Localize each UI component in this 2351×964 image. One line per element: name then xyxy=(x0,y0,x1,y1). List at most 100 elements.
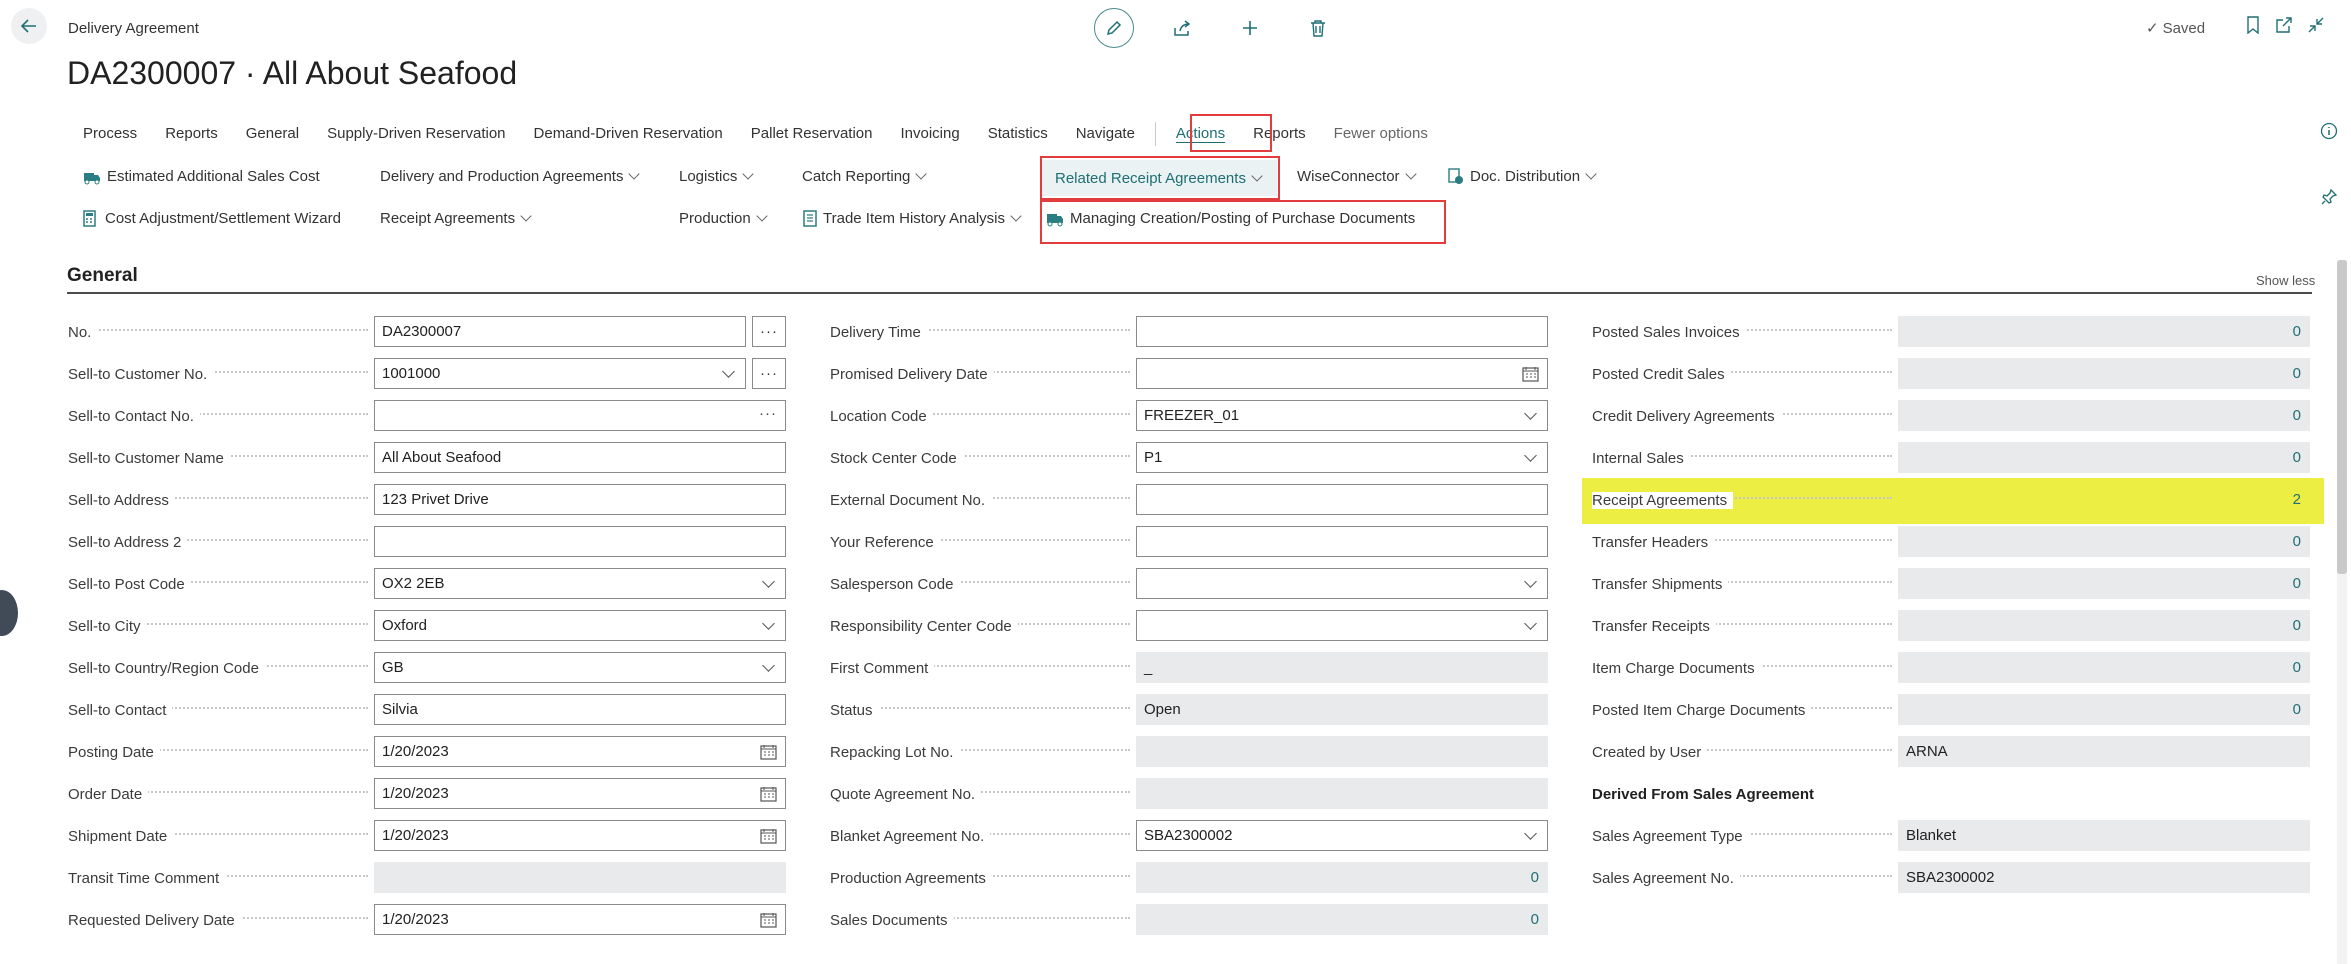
chevron-down-icon[interactable] xyxy=(762,659,775,672)
tab-statistics[interactable]: Statistics xyxy=(974,122,1062,146)
field-input-no[interactable]: DA2300007 xyxy=(374,316,746,347)
action-logistics[interactable]: Logistics xyxy=(679,168,755,185)
back-button[interactable] xyxy=(11,8,47,44)
field-label-text: External Document No. xyxy=(830,491,992,509)
ellipsis-icon[interactable]: ··· xyxy=(759,405,777,422)
field-input-order-date[interactable]: 1/20/2023 xyxy=(374,778,786,809)
field-input-responsibility-center-code[interactable] xyxy=(1136,610,1548,641)
field-input-sell-to-address[interactable]: 123 Privet Drive xyxy=(374,484,786,515)
tab-navigate[interactable]: Navigate xyxy=(1062,122,1149,146)
action-wiseconnector[interactable]: WiseConnector xyxy=(1297,168,1417,185)
field-input-sell-to-post-code[interactable]: OX2 2EB xyxy=(374,568,786,599)
calendar-icon[interactable] xyxy=(760,786,777,802)
tab-general[interactable]: General xyxy=(232,122,313,146)
field-input-created-by-user: ARNA xyxy=(1898,736,2310,767)
field-label-order-date: Order Date xyxy=(68,785,368,803)
field-value: 1/20/2023 xyxy=(382,785,449,802)
action-delivery-production-agreements[interactable]: Delivery and Production Agreements xyxy=(380,168,641,185)
info-icon[interactable] xyxy=(2320,122,2338,145)
bookmark-icon[interactable] xyxy=(2245,16,2261,34)
field-value: 1/20/2023 xyxy=(382,743,449,760)
field-label-text: Shipment Date xyxy=(68,827,174,845)
calendar-icon[interactable] xyxy=(1522,366,1539,382)
field-row-quote-agreement-no: Quote Agreement No. xyxy=(830,778,1130,810)
collapse-icon[interactable] xyxy=(2307,16,2325,34)
calendar-icon[interactable] xyxy=(760,828,777,844)
action-doc-distribution[interactable]: Doc. Distribution xyxy=(1448,168,1597,185)
field-row-internal-sales: Internal Sales xyxy=(1592,442,1892,474)
field-input-sell-to-contact[interactable]: Silvia xyxy=(374,694,786,725)
action-catch-reporting[interactable]: Catch Reporting xyxy=(802,168,928,185)
chevron-down-icon[interactable] xyxy=(1524,827,1537,840)
field-input-sell-to-country-region-code[interactable]: GB xyxy=(374,652,786,683)
action-cost-adjustment-wizard[interactable]: Cost Adjustment/Settlement Wizard xyxy=(83,210,341,227)
field-row-sell-to-city: Sell-to City xyxy=(68,610,368,642)
fewer-options-button[interactable]: Fewer options xyxy=(1320,122,1442,146)
open-new-window-icon[interactable] xyxy=(2275,16,2293,34)
calendar-icon[interactable] xyxy=(760,744,777,760)
chevron-down-icon[interactable] xyxy=(1524,575,1537,588)
share-button[interactable] xyxy=(1148,8,1216,48)
chevron-down-icon[interactable] xyxy=(1524,617,1537,630)
calendar-icon[interactable] xyxy=(760,912,777,928)
delete-button[interactable] xyxy=(1284,8,1352,48)
field-input-stock-center-code[interactable]: P1 xyxy=(1136,442,1548,473)
field-label-sell-to-address: Sell-to Address xyxy=(68,491,368,509)
field-input-blanket-agreement-no[interactable]: SBA2300002 xyxy=(1136,820,1548,851)
tab-supply-driven-reservation[interactable]: Supply-Driven Reservation xyxy=(313,122,519,146)
field-input-delivery-time[interactable] xyxy=(1136,316,1548,347)
tab-invoicing[interactable]: Invoicing xyxy=(887,122,974,146)
field-input-posting-date[interactable]: 1/20/2023 xyxy=(374,736,786,767)
chevron-down-icon[interactable] xyxy=(762,617,775,630)
field-input-promised-delivery-date[interactable] xyxy=(1136,358,1548,389)
chevron-down-icon[interactable] xyxy=(722,365,735,378)
field-label-quote-agreement-no: Quote Agreement No. xyxy=(830,785,1130,803)
chevron-down-icon[interactable] xyxy=(1524,407,1537,420)
field-input-external-document-no[interactable] xyxy=(1136,484,1548,515)
tab-demand-driven-reservation[interactable]: Demand-Driven Reservation xyxy=(520,122,737,146)
action-receipt-agreements[interactable]: Receipt Agreements xyxy=(380,210,532,227)
field-row-repacking-lot-no: Repacking Lot No. xyxy=(830,736,1130,768)
field-input-requested-delivery-date[interactable]: 1/20/2023 xyxy=(374,904,786,935)
field-input-sell-to-customer-no[interactable]: 1001000 xyxy=(374,358,746,389)
field-label-text: Credit Delivery Agreements xyxy=(1592,407,1781,425)
field-row-posted-sales-invoices: Posted Sales Invoices xyxy=(1592,316,1892,348)
field-input-sell-to-city[interactable]: Oxford xyxy=(374,610,786,641)
field-input-sell-to-address-2[interactable] xyxy=(374,526,786,557)
action-estimated-sales-cost[interactable]: Estimated Additional Sales Cost xyxy=(83,168,320,185)
field-input-shipment-date[interactable]: 1/20/2023 xyxy=(374,820,786,851)
field-input-your-reference[interactable] xyxy=(1136,526,1548,557)
chevron-down-icon[interactable] xyxy=(762,575,775,588)
chevron-down-icon xyxy=(1404,168,1417,180)
lookup-button-sell-to-customer-no[interactable]: ··· xyxy=(752,358,786,389)
scrollbar-thumb[interactable] xyxy=(2337,260,2347,574)
field-label-text: Requested Delivery Date xyxy=(68,911,241,929)
field-input-transfer-receipts: 0 xyxy=(1898,610,2310,641)
field-row-sell-to-contact-no: Sell-to Contact No. xyxy=(68,400,368,432)
field-row-credit-delivery-agreements: Credit Delivery Agreements xyxy=(1592,400,1892,432)
field-input-salesperson-code[interactable] xyxy=(1136,568,1548,599)
field-value: 0 xyxy=(2292,617,2301,634)
field-input-sell-to-contact-no[interactable]: ··· xyxy=(374,400,786,431)
field-value: 0 xyxy=(2292,533,2301,550)
field-label-repacking-lot-no: Repacking Lot No. xyxy=(830,743,1130,761)
tab-pallet-reservation[interactable]: Pallet Reservation xyxy=(737,122,887,146)
action-production[interactable]: Production xyxy=(679,210,768,227)
pin-icon[interactable] xyxy=(2320,188,2338,211)
field-value: DA2300007 xyxy=(382,323,462,340)
field-input-sell-to-customer-name[interactable]: All About Seafood xyxy=(374,442,786,473)
show-less-link[interactable]: Show less xyxy=(2256,273,2315,288)
edit-button[interactable] xyxy=(1080,8,1148,48)
field-input-location-code[interactable]: FREEZER_01 xyxy=(1136,400,1548,431)
field-label-text: Posted Sales Invoices xyxy=(1592,323,1746,341)
section-title-general[interactable]: General xyxy=(67,265,138,287)
new-button[interactable] xyxy=(1216,8,1284,48)
tab-reports[interactable]: Reports xyxy=(151,122,232,146)
side-panel-handle[interactable] xyxy=(0,590,18,636)
related-receipt-highlight xyxy=(1040,156,1280,200)
lookup-button-no[interactable]: ··· xyxy=(752,316,786,347)
action-trade-item-history[interactable]: Trade Item History Analysis xyxy=(803,210,1022,227)
tab-process[interactable]: Process xyxy=(68,122,151,146)
chevron-down-icon[interactable] xyxy=(1524,449,1537,462)
field-label-text: Sell-to Contact xyxy=(68,701,173,719)
